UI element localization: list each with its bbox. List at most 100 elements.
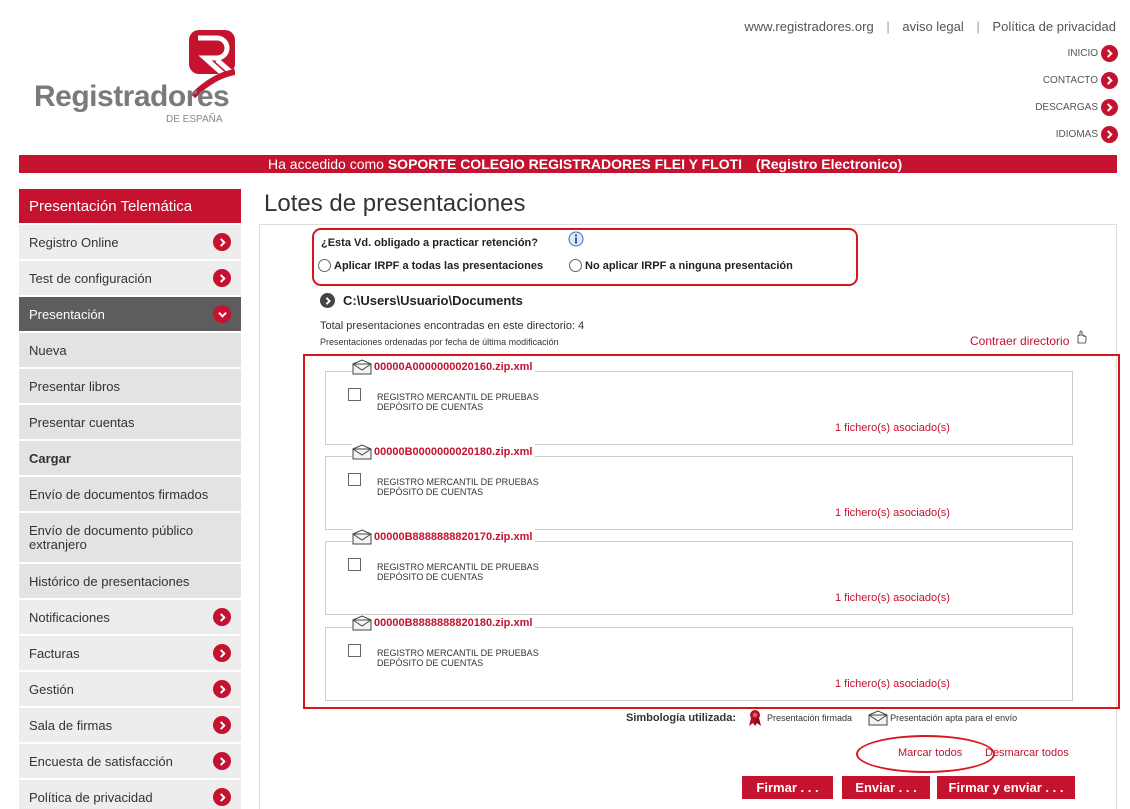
sidebar-item-label: Histórico de presentaciones xyxy=(29,573,190,589)
associated-files-link[interactable]: 1 fichero(s) asociado(s) xyxy=(835,422,950,434)
chevron-right-icon xyxy=(213,716,231,734)
hand-cursor-icon xyxy=(1077,330,1087,344)
separator: | xyxy=(976,19,980,34)
nav-idiomas-label: IDIOMAS xyxy=(1055,129,1098,140)
associated-files-link[interactable]: 1 fichero(s) asociado(s) xyxy=(835,507,950,519)
sidebar-item-presentar-cuentas[interactable]: Presentar cuentas xyxy=(19,405,241,441)
select-all-highlight xyxy=(856,735,995,773)
presentation-item: 00000B8888888820180.zip.xml REGISTRO MER… xyxy=(325,615,1073,701)
presentation-checkbox[interactable] xyxy=(348,558,361,571)
chevron-right-icon xyxy=(213,608,231,626)
sidebar-item-presentacion[interactable]: Presentación xyxy=(19,297,241,333)
sidebar-item-encuesta[interactable]: Encuesta de satisfacción xyxy=(19,744,241,780)
brand-name: Registradores xyxy=(34,80,230,113)
sidebar-item-label: Facturas xyxy=(29,645,80,661)
nav-inicio[interactable]: INICIO xyxy=(1067,45,1118,62)
presentation-file[interactable]: 00000B8888888820170.zip.xml xyxy=(352,529,536,545)
separator: | xyxy=(886,19,890,34)
ribbon-icon xyxy=(749,710,762,726)
associated-files-link[interactable]: 1 fichero(s) asociado(s) xyxy=(835,678,950,690)
envelope-icon xyxy=(352,615,372,631)
chevron-right-icon[interactable] xyxy=(320,293,335,308)
sign-button[interactable]: Firmar . . . xyxy=(742,776,833,799)
irpf-question-box: ¿Esta Vd. obligado a practicar retención… xyxy=(312,228,858,286)
sign-and-send-button[interactable]: Firmar y enviar . . . xyxy=(937,776,1075,799)
chevron-right-icon xyxy=(213,269,231,287)
page-title: Lotes de presentaciones xyxy=(264,190,526,217)
sidebar-item-label: Política de privacidad xyxy=(29,789,153,805)
presentation-file[interactable]: 00000B8888888820180.zip.xml xyxy=(352,615,536,631)
sidebar-item-facturas[interactable]: Facturas xyxy=(19,636,241,672)
sidebar-item-label: Envío de documento público extranjero xyxy=(29,522,194,552)
associated-files-link[interactable]: 1 fichero(s) asociado(s) xyxy=(835,592,950,604)
presentation-file-name: 00000A0000000020160.zip.xml xyxy=(374,361,533,373)
registradores-logo[interactable]: Registradores DE ESPAÑA xyxy=(34,30,235,130)
sidebar-item-label: Presentar libros xyxy=(29,378,121,394)
nav-descargas[interactable]: DESCARGAS xyxy=(1035,99,1118,116)
info-icon[interactable] xyxy=(568,231,584,247)
irpf-apply-all-radio[interactable] xyxy=(318,259,331,272)
sidebar-item-label: Cargar xyxy=(29,450,71,466)
sidebar-item-notificaciones[interactable]: Notificaciones xyxy=(19,600,241,636)
banner-prefix: Ha accedido como xyxy=(268,156,384,172)
send-button[interactable]: Enviar . . . xyxy=(842,776,930,799)
sidebar-item-label: Sala de firmas xyxy=(29,717,113,733)
presentation-type: DEPÓSITO DE CUENTAS xyxy=(377,572,484,582)
presentation-file[interactable]: 00000A0000000020160.zip.xml xyxy=(352,359,536,375)
sidebar-item-sala-firmas[interactable]: Sala de firmas xyxy=(19,708,241,744)
chevron-right-icon xyxy=(213,644,231,662)
presentation-details: REGISTRO MERCANTIL DE PRUEBAS DEPÓSITO D… xyxy=(377,392,539,412)
nav-idiomas[interactable]: IDIOMAS xyxy=(1056,126,1118,143)
link-aviso-legal[interactable]: aviso legal xyxy=(902,19,963,34)
sidebar-item-label: Presentar cuentas xyxy=(29,414,135,430)
sidebar-item-privacidad[interactable]: Política de privacidad xyxy=(19,780,241,809)
irpf-question: ¿Esta Vd. obligado a practicar retención… xyxy=(321,237,538,249)
sidebar-item-presentar-libros[interactable]: Presentar libros xyxy=(19,369,241,405)
sidebar-item-label: Envío de documentos firmados xyxy=(29,486,209,502)
presentation-details: REGISTRO MERCANTIL DE PRUEBAS DEPÓSITO D… xyxy=(377,648,539,668)
sidebar: Presentación Telemática Registro Online … xyxy=(19,189,241,809)
irpf-apply-all-option[interactable]: Aplicar IRPF a todas las presentaciones xyxy=(318,259,543,272)
sidebar-item-envio-firmados[interactable]: Envío de documentos firmados xyxy=(19,477,241,513)
presentation-file[interactable]: 00000B0000000020180.zip.xml xyxy=(352,444,536,460)
presentation-checkbox[interactable] xyxy=(348,388,361,401)
irpf-apply-none-radio[interactable] xyxy=(569,259,582,272)
presentation-type: DEPÓSITO DE CUENTAS xyxy=(377,658,484,668)
nav-contacto[interactable]: CONTACTO xyxy=(1043,72,1118,89)
presentation-details: REGISTRO MERCANTIL DE PRUEBAS DEPÓSITO D… xyxy=(377,477,539,497)
link-registradores-org[interactable]: www.registradores.org xyxy=(744,19,873,34)
chevron-right-icon xyxy=(213,752,231,770)
sidebar-item-label: Registro Online xyxy=(29,234,119,250)
nav-contacto-label: CONTACTO xyxy=(1042,75,1098,86)
sidebar-item-label: Presentación xyxy=(29,306,105,322)
sidebar-item-test-configuracion[interactable]: Test de configuración xyxy=(19,261,241,297)
sidebar-item-nueva[interactable]: Nueva xyxy=(19,333,241,369)
nav-inicio-label: INICIO xyxy=(1067,48,1098,59)
chevron-right-icon xyxy=(1101,126,1118,143)
irpf-apply-none-option[interactable]: No aplicar IRPF a ninguna presentación xyxy=(569,259,793,272)
envelope-icon xyxy=(352,359,372,375)
presentation-item: 00000A0000000020160.zip.xml REGISTRO MER… xyxy=(325,359,1073,445)
sidebar-title: Presentación Telemática xyxy=(19,189,241,225)
presentation-checkbox[interactable] xyxy=(348,644,361,657)
sidebar-item-envio-extranjero[interactable]: Envío de documento público extranjero xyxy=(19,513,241,564)
sidebar-item-historico[interactable]: Histórico de presentaciones xyxy=(19,564,241,600)
sidebar-item-cargar[interactable]: Cargar xyxy=(19,441,241,477)
presentation-type: DEPÓSITO DE CUENTAS xyxy=(377,487,484,497)
link-privacidad[interactable]: Política de privacidad xyxy=(992,19,1116,34)
presentation-type: DEPÓSITO DE CUENTAS xyxy=(377,402,484,412)
deselect-all-link[interactable]: Desmarcar todos xyxy=(985,747,1069,759)
presentation-file-name: 00000B8888888820180.zip.xml xyxy=(374,617,533,629)
banner-suffix: (Registro Electronico) xyxy=(755,156,903,172)
presentation-checkbox[interactable] xyxy=(348,473,361,486)
sidebar-item-registro-online[interactable]: Registro Online xyxy=(19,225,241,261)
chevron-right-icon xyxy=(1101,72,1118,89)
total-count: Total presentaciones encontradas en este… xyxy=(320,320,585,332)
sort-note: Presentaciones ordenadas por fecha de úl… xyxy=(320,337,559,347)
collapse-directory-link[interactable]: Contraer directorio xyxy=(970,334,1069,348)
session-banner: Ha accedido como SOPORTE COLEGIO REGISTR… xyxy=(19,155,1117,173)
top-links: www.registradores.org | aviso legal | Po… xyxy=(744,19,1116,34)
sidebar-item-gestion[interactable]: Gestión xyxy=(19,672,241,708)
presentation-registry: REGISTRO MERCANTIL DE PRUEBAS xyxy=(377,648,539,658)
chevron-right-icon xyxy=(213,233,231,251)
